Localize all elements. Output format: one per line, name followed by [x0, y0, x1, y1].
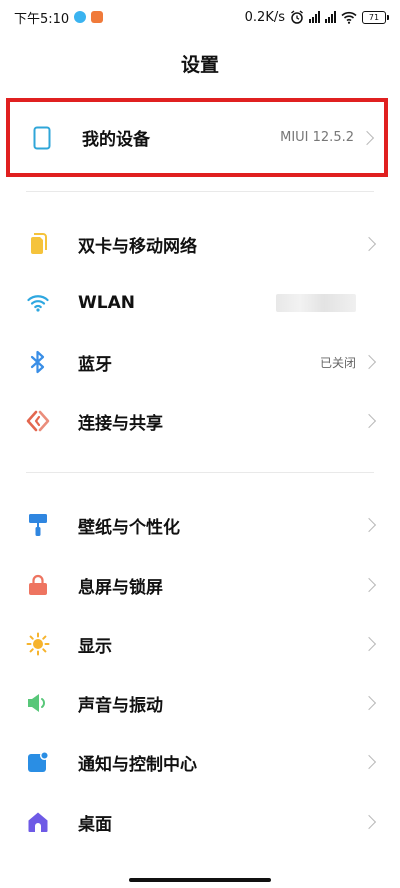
icon-wrap	[26, 632, 50, 656]
icon-wrap	[26, 291, 50, 315]
settings-item-label: 通知与控制中心	[78, 754, 197, 775]
settings-item-label: 连接与共享	[78, 413, 163, 434]
settings-item-notification[interactable]: 通知与控制中心	[0, 735, 400, 789]
wifi-icon	[341, 11, 357, 24]
phone-icon	[33, 126, 51, 149]
connection-share-icon	[26, 410, 50, 432]
settings-item-desktop[interactable]: 桌面	[0, 795, 400, 849]
chevron-right-icon	[361, 413, 377, 429]
chevron-right-icon	[361, 577, 377, 593]
notification-icon	[28, 751, 49, 772]
status-bar: 下午5:10 0.2K/s 71	[0, 0, 400, 34]
settings-item-display[interactable]: 显示	[0, 617, 400, 671]
settings-item-label: 壁纸与个性化	[78, 517, 180, 538]
lock-icon	[29, 574, 47, 595]
settings-item-label: 息屏与锁屏	[78, 577, 163, 598]
settings-item-wallpaper[interactable]: 壁纸与个性化	[0, 498, 400, 552]
bluetooth-icon	[30, 350, 45, 374]
sun-icon	[26, 632, 50, 656]
settings-item-label: 声音与振动	[78, 695, 163, 716]
chevron-right-icon	[361, 517, 377, 533]
miui-version: MIUI 12.5.2	[280, 130, 354, 145]
alarm-icon	[291, 10, 303, 24]
network-speed: 0.2K/s	[244, 9, 285, 25]
settings-item-label: 桌面	[78, 814, 112, 835]
chevron-right-icon	[361, 354, 377, 370]
status-left: 下午5:10	[14, 8, 104, 27]
divider	[26, 472, 374, 473]
chevron-right-icon	[359, 130, 375, 145]
my-device-label: 我的设备	[82, 130, 150, 150]
settings-item-label: 蓝牙	[78, 354, 112, 375]
chevron-right-icon	[361, 814, 377, 830]
icon-wrap	[26, 232, 50, 256]
chevron-right-icon	[361, 236, 377, 252]
icon-wrap	[26, 750, 50, 774]
divider	[26, 191, 374, 192]
my-device-item[interactable]: 我的设备 MIUI 12.5.2	[6, 98, 388, 177]
paint-roller-icon	[29, 514, 47, 536]
chevron-right-icon	[361, 695, 377, 711]
icon-wrap	[26, 810, 50, 834]
signal-strength-icon	[325, 11, 336, 23]
icon-wrap	[26, 513, 50, 537]
home-indicator[interactable]	[129, 878, 271, 882]
icon-wrap	[26, 573, 50, 597]
settings-item-lockscreen[interactable]: 息屏与锁屏	[0, 558, 400, 612]
icon-wrap	[26, 409, 50, 433]
settings-item-label: 双卡与移动网络	[78, 236, 197, 257]
sim-card-icon	[31, 233, 47, 254]
wifi-icon	[27, 295, 49, 312]
settings-item-sound[interactable]: 声音与振动	[0, 676, 400, 730]
speaker-icon	[28, 694, 45, 712]
home-icon	[28, 812, 48, 832]
icon-wrap	[26, 691, 50, 715]
app-notification-icon	[91, 11, 104, 23]
status-time: 下午5:10	[14, 11, 70, 27]
settings-item-dual-sim[interactable]: 双卡与移动网络	[0, 217, 400, 271]
battery-icon: 71	[362, 10, 389, 24]
chevron-right-icon	[361, 754, 377, 770]
settings-item-label: 显示	[78, 636, 112, 657]
page-title: 设置	[180, 54, 219, 76]
settings-item-label: WLAN	[78, 293, 135, 313]
bluetooth-status: 已关闭	[319, 355, 356, 370]
settings-item-wlan[interactable]: WLAN	[0, 276, 400, 330]
settings-item-connection[interactable]: 连接与共享	[0, 394, 400, 448]
device-icon-wrap	[30, 126, 54, 150]
wlan-network-name-blurred	[276, 294, 356, 312]
signal-strength-icon	[309, 11, 320, 23]
settings-item-bluetooth[interactable]: 蓝牙 已关闭	[0, 335, 400, 389]
status-right: 0.2K/s 71	[244, 9, 389, 25]
chevron-right-icon	[361, 636, 377, 652]
app-notification-icon	[74, 11, 87, 23]
icon-wrap	[26, 350, 50, 374]
